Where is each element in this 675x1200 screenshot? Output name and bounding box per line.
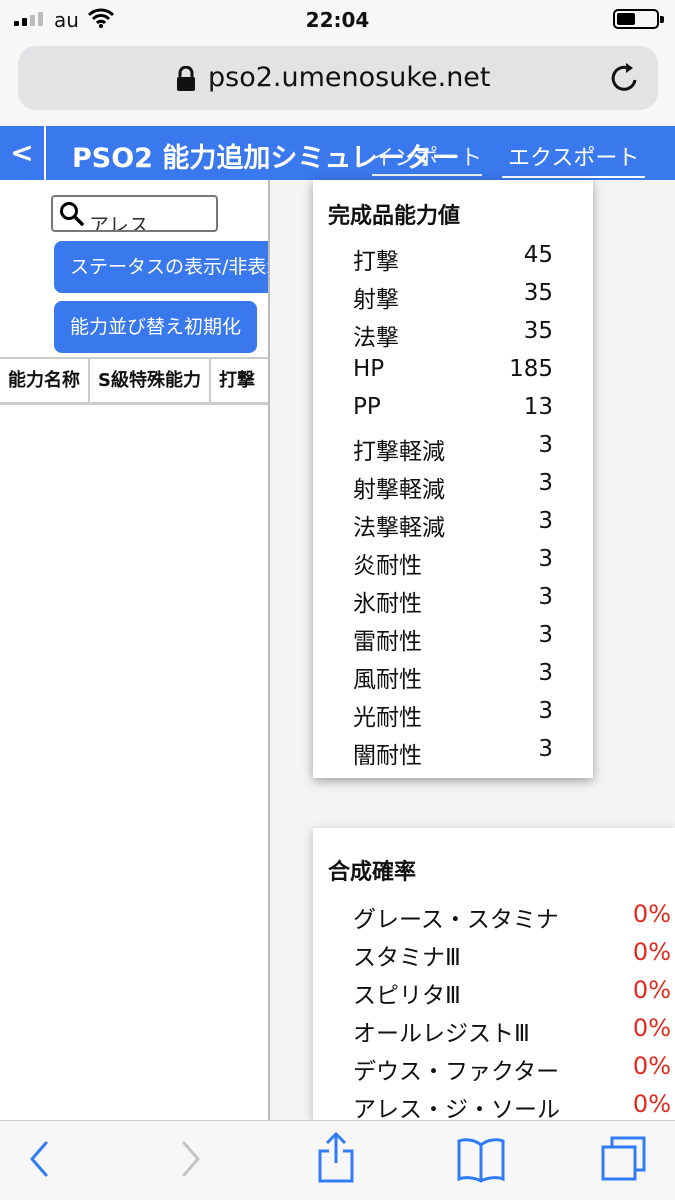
probability-row: オールレジストⅢ 0%: [353, 1014, 671, 1047]
stat-label: 風耐性: [353, 667, 422, 693]
search-icon: [59, 201, 85, 230]
bookmarks-icon[interactable]: [456, 1137, 506, 1187]
probability-row: アレス・ジ・ソール 0%: [353, 1090, 671, 1120]
probability-value: 0%: [632, 938, 671, 966]
ability-label: スピリタⅢ: [353, 983, 461, 1009]
probability-value: 0%: [632, 1014, 671, 1042]
stat-row: 炎耐性 3: [353, 546, 553, 579]
probability-row: スピリタⅢ 0%: [353, 976, 671, 1009]
stat-row: 打撃 45: [353, 242, 553, 275]
share-icon[interactable]: [316, 1131, 356, 1187]
stat-label: 法撃: [353, 325, 399, 351]
stat-label: 氷耐性: [353, 591, 422, 617]
stat-value: 13: [523, 394, 553, 420]
stat-label: 射撃軽減: [353, 477, 445, 503]
stat-value: 45: [523, 242, 553, 268]
stat-label: 闇耐性: [353, 743, 422, 769]
stat-value: 3: [538, 432, 553, 458]
column-header-name[interactable]: 能力名称: [0, 359, 90, 402]
stat-value: 35: [523, 280, 553, 306]
ability-label: アレス・ジ・ソール: [353, 1097, 560, 1120]
clock: 22:04: [305, 8, 370, 32]
stat-row: 法撃軽減 3: [353, 508, 553, 541]
probability-value: 0%: [632, 900, 671, 928]
ability-label: グレース・スタミナ: [353, 907, 559, 933]
stat-value: 3: [538, 584, 553, 610]
stat-row: PP 13: [353, 394, 553, 424]
probability-title: 合成確率: [328, 860, 417, 885]
back-button[interactable]: <: [0, 126, 46, 180]
column-header-strike[interactable]: 打撃: [211, 359, 263, 402]
probability-value: 0%: [632, 1090, 671, 1118]
stat-label: 打撃: [353, 249, 399, 275]
stat-row: 闇耐性 3: [353, 736, 553, 769]
stat-row: 雷耐性 3: [353, 622, 553, 655]
probability-row: デウス・ファクター 0%: [353, 1052, 671, 1085]
tabs-icon[interactable]: [600, 1135, 648, 1187]
ability-label: スタミナⅢ: [353, 945, 461, 971]
table-header: 能力名称 S級特殊能力 打撃: [0, 357, 268, 405]
address-bar[interactable]: pso2.umenosuke.net: [18, 46, 658, 110]
stat-value: 3: [538, 698, 553, 724]
probability-value: 0%: [632, 1052, 671, 1080]
ability-label: オールレジストⅢ: [353, 1021, 530, 1047]
column-header-s-class[interactable]: S級特殊能力: [90, 359, 211, 402]
stat-value: 185: [509, 356, 553, 382]
toggle-status-button[interactable]: ステータスの表示/非表示: [54, 241, 268, 293]
url-text: pso2.umenosuke.net: [208, 62, 491, 93]
search-input[interactable]: アレス: [89, 209, 149, 230]
reset-sort-button[interactable]: 能力並び替え初期化: [54, 301, 258, 353]
stat-label: 射撃: [353, 287, 399, 313]
probability-row: スタミナⅢ 0%: [353, 938, 671, 971]
export-button[interactable]: エクスポート: [502, 140, 646, 178]
stat-row: 打撃軽減 3: [353, 432, 553, 465]
stat-value: 3: [538, 736, 553, 762]
import-button[interactable]: インポート: [372, 140, 483, 176]
stat-row: 法撃 35: [353, 318, 553, 351]
forward-nav-icon[interactable]: [176, 1139, 206, 1183]
browser-toolbar: [0, 1120, 675, 1200]
app-header: < PSO2 能力追加シミュレーター インポート エクスポート: [0, 126, 675, 180]
back-nav-icon[interactable]: [24, 1139, 54, 1183]
probability-value: 0%: [632, 976, 671, 1004]
browser-chrome: pso2.umenosuke.net: [0, 40, 675, 126]
stat-row: 風耐性 3: [353, 660, 553, 693]
search-field[interactable]: アレス: [51, 195, 218, 232]
result-stats-card: 完成品能力値 打撃 45 射撃 35 法撃 35 HP 185 PP 13 打撃軽減 3 射…: [313, 180, 593, 778]
stat-label: 打撃軽減: [353, 439, 445, 465]
stat-row: 射撃軽減 3: [353, 470, 553, 503]
probability-row: グレース・スタミナ 0%: [353, 900, 671, 933]
stat-label: 光耐性: [353, 705, 422, 731]
stat-value: 3: [538, 546, 553, 572]
stat-label: 炎耐性: [353, 553, 422, 579]
stat-label: HP: [353, 356, 385, 382]
stat-label: 法撃軽減: [353, 515, 445, 541]
ability-label: デウス・ファクター: [353, 1059, 560, 1085]
stat-value: 35: [523, 318, 553, 344]
lock-icon: [176, 65, 196, 96]
stat-value: 3: [538, 470, 553, 496]
result-title: 完成品能力値: [328, 204, 461, 229]
stat-label: PP: [353, 394, 381, 420]
stat-value: 3: [538, 622, 553, 648]
ability-list-panel: アレス ステータスの表示/非表示 能力並び替え初期化 能力名称 S級特殊能力 打…: [0, 180, 270, 1120]
stat-row: 氷耐性 3: [353, 584, 553, 617]
reload-icon[interactable]: [610, 62, 640, 98]
status-bar: au 22:04: [0, 0, 675, 40]
stat-value: 3: [538, 660, 553, 686]
stat-value: 3: [538, 508, 553, 534]
stat-label: 雷耐性: [353, 629, 422, 655]
probability-card: 合成確率 グレース・スタミナ 0% スタミナⅢ 0% スピリタⅢ 0% オールレジスト…: [313, 828, 675, 1120]
stat-row: HP 185: [353, 356, 553, 386]
stat-row: 射撃 35: [353, 280, 553, 313]
stat-row: 光耐性 3: [353, 698, 553, 731]
battery-icon: [613, 9, 664, 29]
